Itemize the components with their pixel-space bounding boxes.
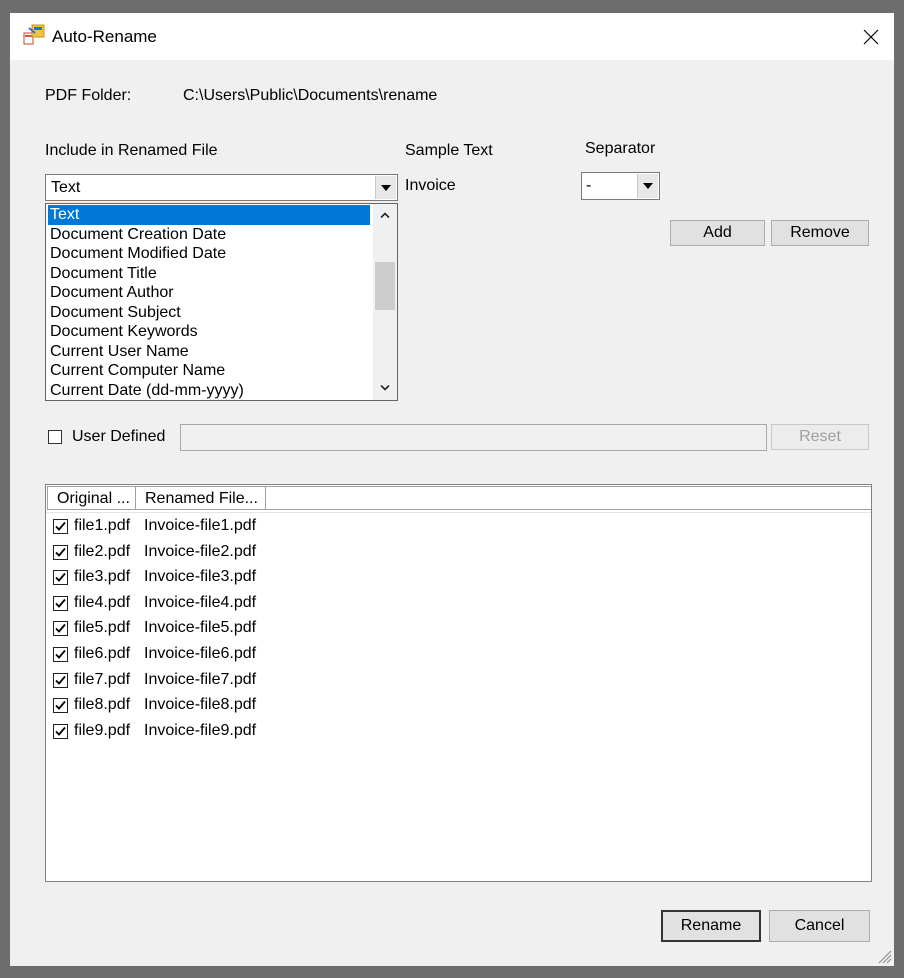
option-document-subject[interactable]: Document Subject	[48, 303, 370, 323]
separator-dropdown-button[interactable]	[637, 174, 658, 198]
original-filename: file7.pdf	[74, 670, 131, 688]
renamed-filename: Invoice-file8.pdf	[144, 696, 257, 714]
row-checkbox[interactable]	[53, 595, 68, 611]
row-checkbox[interactable]	[53, 621, 68, 637]
row-checkbox[interactable]	[53, 544, 68, 560]
option-document-author[interactable]: Document Author	[48, 283, 370, 303]
renamed-filename: Invoice-file5.pdf	[144, 619, 257, 637]
file-list[interactable]: Original ... Renamed File... file1.pdf In…	[45, 484, 872, 882]
sample-text-label: Sample Text	[405, 142, 493, 159]
original-filename: file3.pdf	[74, 568, 131, 586]
original-filename: file2.pdf	[74, 542, 131, 560]
checkmark-icon	[55, 573, 66, 583]
scroll-down-button[interactable]	[373, 378, 397, 398]
checkmark-icon	[55, 726, 66, 736]
row-checkbox[interactable]	[53, 647, 68, 662]
checkmark-icon	[55, 675, 66, 685]
column-renamed[interactable]: Renamed File...	[135, 486, 266, 510]
table-row[interactable]: file9.pdf Invoice-file9.pdf	[46, 719, 866, 744]
remove-button[interactable]: Remove	[771, 220, 869, 246]
checkmark-icon	[55, 624, 66, 634]
option-document-modified-date[interactable]: Document Modified Date	[48, 244, 370, 264]
original-filename: file4.pdf	[74, 593, 131, 611]
close-button[interactable]	[848, 13, 894, 60]
table-row[interactable]: file5.pdf Invoice-file5.pdf	[46, 616, 866, 641]
auto-rename-dialog: Auto-Rename PDF Folder: C:\Users\Public\…	[10, 13, 894, 966]
option-document-title[interactable]: Document Title	[48, 264, 370, 284]
checkmark-icon	[55, 547, 66, 557]
sample-text-value: Invoice	[405, 177, 456, 194]
option-current-date[interactable]: Current Date (dd-mm-yyyy)	[48, 381, 370, 400]
option-document-creation-date[interactable]: Document Creation Date	[48, 225, 370, 245]
user-defined-checkbox[interactable]	[48, 430, 62, 444]
chevron-up-icon	[380, 212, 390, 218]
renamed-filename: Invoice-file1.pdf	[144, 517, 257, 534]
checkmark-icon	[55, 598, 66, 608]
include-combobox-value: Text	[51, 179, 81, 196]
option-current-computer-name[interactable]: Current Computer Name	[48, 361, 370, 381]
row-checkbox[interactable]	[53, 672, 68, 688]
table-row[interactable]: file6.pdf Invoice-file6.pdf	[46, 642, 866, 667]
original-filename: file6.pdf	[74, 645, 131, 662]
original-filename: file5.pdf	[74, 619, 131, 637]
column-filler	[265, 486, 871, 510]
renamed-filename: Invoice-file4.pdf	[144, 593, 257, 611]
renamed-filename: Invoice-file6.pdf	[144, 645, 257, 662]
pdf-folder-label: PDF Folder:	[45, 87, 132, 104]
separator-combobox[interactable]: -	[581, 172, 660, 200]
add-button[interactable]: Add	[670, 220, 765, 246]
separator-label: Separator	[585, 140, 656, 157]
resize-grip-icon[interactable]	[876, 948, 892, 964]
chevron-down-icon	[381, 184, 391, 191]
file-list-header: Original ... Renamed File...	[46, 485, 871, 513]
row-checkbox[interactable]	[53, 698, 68, 714]
pdf-folder-path: C:\Users\Public\Documents\rename	[183, 87, 438, 104]
row-checkbox[interactable]	[53, 570, 68, 586]
table-row[interactable]: file1.pdf Invoice-file1.pdf	[46, 514, 866, 539]
scrollbar-thumb[interactable]	[375, 262, 395, 310]
renamed-filename: Invoice-file2.pdf	[144, 542, 257, 560]
table-row[interactable]: file3.pdf Invoice-file3.pdf	[46, 565, 866, 590]
checkmark-icon	[55, 701, 66, 711]
table-row[interactable]: file8.pdf Invoice-file8.pdf	[46, 693, 866, 718]
column-original[interactable]: Original ...	[47, 486, 136, 510]
table-row[interactable]: file2.pdf Invoice-file2.pdf	[46, 540, 866, 565]
option-document-keywords[interactable]: Document Keywords	[48, 322, 370, 342]
close-icon	[863, 29, 879, 44]
window-title: Auto-Rename	[52, 27, 157, 46]
original-filename: file1.pdf	[74, 517, 131, 534]
renamed-filename: Invoice-file3.pdf	[144, 568, 257, 586]
user-defined-label: User Defined	[72, 428, 166, 445]
row-checkbox[interactable]	[53, 519, 68, 534]
option-current-user-name[interactable]: Current User Name	[48, 342, 370, 362]
include-dropdown-button[interactable]	[375, 176, 396, 199]
cancel-button[interactable]: Cancel	[769, 910, 870, 942]
app-icon	[23, 24, 45, 45]
table-row[interactable]: file7.pdf Invoice-file7.pdf	[46, 668, 866, 693]
include-options-list[interactable]: Text Document Creation Date Document Mod…	[45, 203, 398, 401]
option-text[interactable]: Text	[48, 205, 370, 225]
chevron-down-icon	[380, 385, 390, 391]
user-defined-input[interactable]	[180, 424, 767, 451]
original-filename: file8.pdf	[74, 696, 131, 714]
include-combobox[interactable]: Text	[45, 174, 398, 201]
row-checkbox[interactable]	[53, 723, 68, 739]
checkmark-icon	[55, 521, 66, 531]
rename-button[interactable]: Rename	[661, 910, 761, 942]
chevron-down-icon	[643, 183, 653, 189]
renamed-filename: Invoice-file7.pdf	[144, 670, 257, 688]
separator-value: -	[586, 177, 592, 194]
scroll-up-button[interactable]	[373, 205, 397, 225]
title-bar: Auto-Rename	[10, 13, 894, 60]
original-filename: file9.pdf	[74, 721, 131, 739]
table-row[interactable]: file4.pdf Invoice-file4.pdf	[46, 591, 866, 616]
include-label: Include in Renamed File	[45, 142, 218, 159]
reset-button[interactable]: Reset	[771, 424, 869, 450]
options-scrollbar[interactable]	[373, 204, 397, 400]
renamed-filename: Invoice-file9.pdf	[144, 721, 257, 739]
checkmark-icon	[55, 649, 66, 659]
